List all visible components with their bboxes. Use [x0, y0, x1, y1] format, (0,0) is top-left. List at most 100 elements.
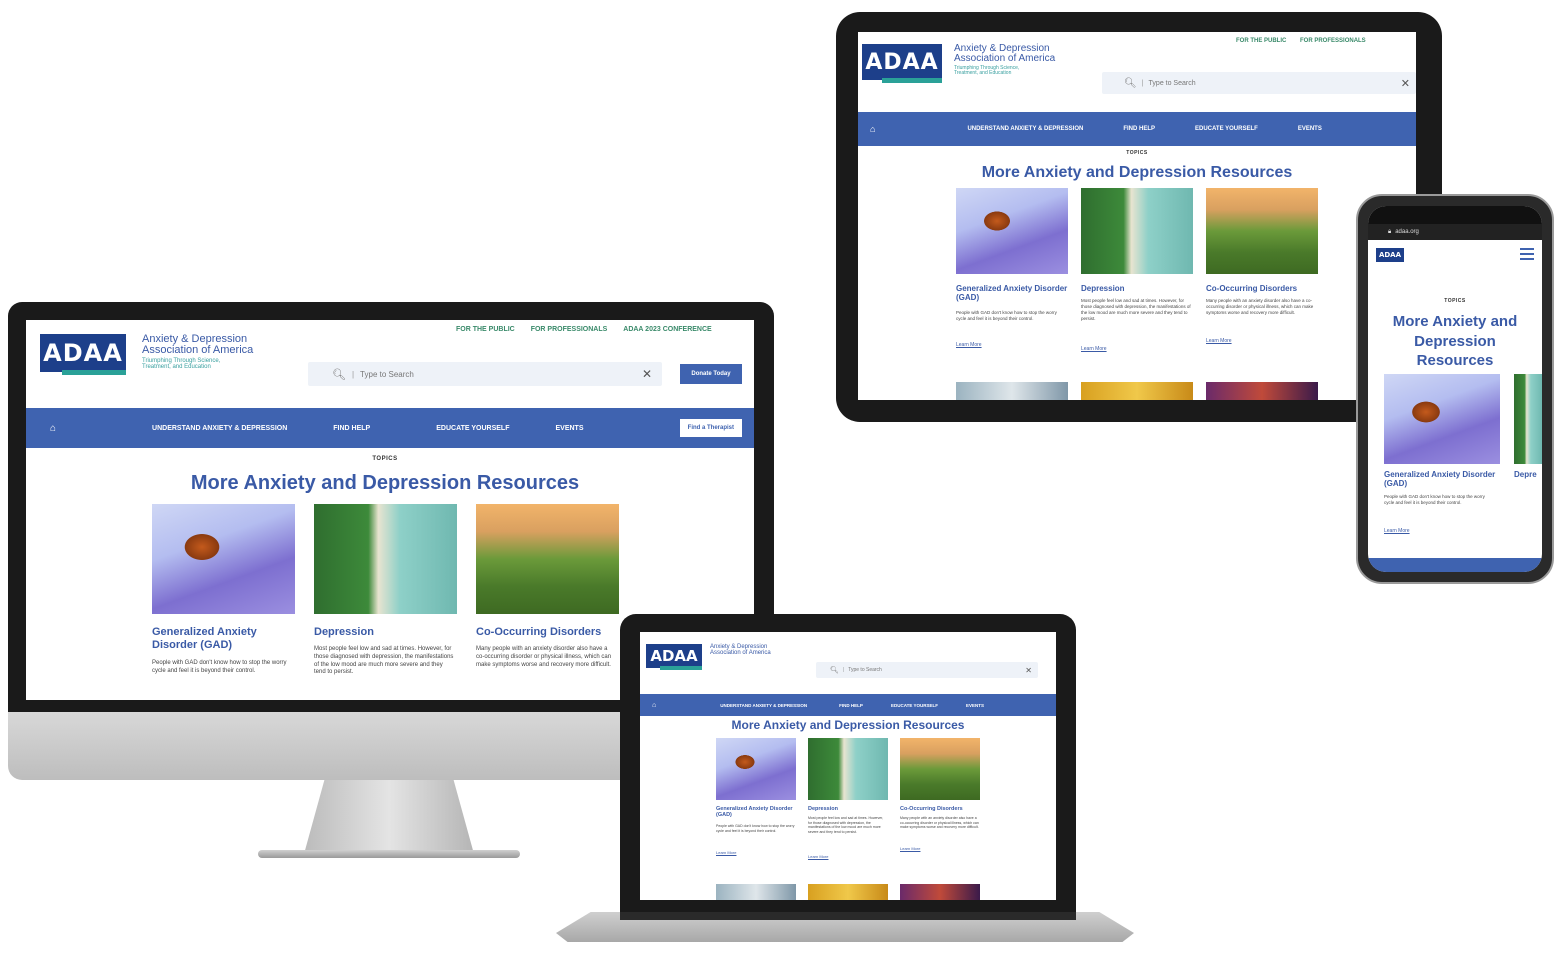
adaa-logo[interactable]: ADAA: [862, 44, 942, 80]
resources-heading: More Anxiety and Depression Resources: [981, 164, 1293, 181]
logo-stripe: [882, 78, 942, 83]
card-title-gad[interactable]: Generalized Anxiety Disorder (GAD): [716, 806, 796, 819]
card-title-depression[interactable]: Depression: [314, 626, 457, 639]
card-text-depression: Most people feel low and sad at times. H…: [808, 816, 884, 834]
card-text-co-occurring: Many people with an anxiety disorder als…: [900, 816, 979, 830]
tagline: Triumphing Through Science, Treatment, a…: [954, 65, 1019, 77]
home-icon[interactable]: ⌂: [652, 702, 656, 709]
search-bar[interactable]: 🔍︎ | Type to Search ✕: [1102, 72, 1416, 94]
search-input[interactable]: Type to Search: [360, 370, 414, 379]
phone-screen: 🔒︎ adaa.org ADAA TOPICS More Anxiety and…: [1368, 206, 1542, 572]
search-bar[interactable]: 🔍︎ | Type to Search ✕: [816, 662, 1038, 678]
laptop-screen: ADAA Anxiety & Depression Association of…: [640, 632, 1056, 900]
logo-stripe: [660, 666, 702, 670]
learn-more-depression[interactable]: Learn More: [1081, 346, 1107, 352]
card-title-depression-partial[interactable]: Depre: [1514, 470, 1542, 479]
learn-more-gad[interactable]: Learn More: [1384, 528, 1410, 534]
gad-image[interactable]: [1384, 374, 1500, 464]
phone: 🔒︎ adaa.org ADAA TOPICS More Anxiety and…: [1356, 194, 1554, 584]
card-text-gad: People with GAD don't know how to stop t…: [152, 660, 287, 674]
co-occurring-image[interactable]: [900, 738, 980, 800]
nav-events[interactable]: EVENTS: [1298, 126, 1322, 132]
topics-label: TOPICS: [1444, 298, 1466, 304]
card-title-gad[interactable]: Generalized Anxiety Disorder (GAD): [1384, 470, 1500, 488]
nav-events[interactable]: EVENTS: [555, 425, 583, 432]
topics-label: TOPICS: [1126, 150, 1148, 156]
nav-events[interactable]: EVENTS: [966, 703, 984, 708]
card-text-gad: People with GAD don't know how to stop t…: [1384, 494, 1485, 505]
learn-more-co-occurring[interactable]: Learn More: [1206, 338, 1232, 344]
resources-heading: More Anxiety and Depression Resources: [731, 718, 965, 732]
lock-icon: 🔒︎: [1388, 228, 1392, 235]
resource-image-5[interactable]: [808, 884, 888, 900]
org-name: Anxiety & Depression Association of Amer…: [142, 334, 253, 356]
link-conference[interactable]: ADAA 2023 CONFERENCE: [623, 326, 711, 333]
resource-image-5[interactable]: [1081, 382, 1193, 400]
nav-find-help[interactable]: FIND HELP: [839, 703, 863, 708]
resources-heading: More Anxiety and Depression Resources: [1368, 312, 1542, 371]
adaa-logo[interactable]: ADAA: [40, 334, 126, 372]
nav-educate[interactable]: EDUCATE YOURSELF: [436, 425, 509, 432]
co-occurring-image[interactable]: [476, 504, 619, 614]
card-title-depression[interactable]: Depression: [1081, 284, 1193, 293]
resource-image-6[interactable]: [1206, 382, 1318, 400]
learn-more-co-occurring[interactable]: Learn More: [900, 846, 920, 851]
home-icon[interactable]: ⌂: [50, 423, 56, 434]
search-bar[interactable]: 🔍︎ | Type to Search ✕: [308, 362, 662, 386]
depression-image[interactable]: [314, 504, 457, 614]
resource-image-6[interactable]: [900, 884, 980, 900]
link-for-professionals[interactable]: FOR PROFESSIONALS: [1300, 38, 1366, 44]
laptop: ADAA Anxiety & Depression Association of…: [620, 614, 1076, 916]
search-input[interactable]: Type to Search: [848, 667, 882, 673]
depression-image[interactable]: [1514, 374, 1542, 464]
donate-button[interactable]: Donate Today: [680, 364, 742, 384]
learn-more-gad[interactable]: Learn More: [956, 342, 982, 348]
main-nav: ⌂ UNDERSTAND ANXIETY & DEPRESSION FIND H…: [640, 694, 1056, 716]
nav-find-help[interactable]: FIND HELP: [1123, 126, 1155, 132]
nav-understand[interactable]: UNDERSTAND ANXIETY & DEPRESSION: [720, 703, 807, 708]
adaa-logo[interactable]: ADAA: [1376, 248, 1404, 262]
find-therapist-button[interactable]: Find a Therapist: [679, 419, 742, 437]
tablet: ADAA Anxiety & Depression Association of…: [836, 12, 1442, 422]
nav-educate[interactable]: EDUCATE YOURSELF: [1195, 126, 1258, 132]
link-for-the-public[interactable]: FOR THE PUBLIC: [1236, 38, 1286, 44]
search-input[interactable]: Type to Search: [1149, 80, 1196, 87]
depression-image[interactable]: [808, 738, 888, 800]
learn-more-depression[interactable]: Learn More: [808, 854, 828, 859]
card-text-co-occurring: Many people with an anxiety disorder als…: [1206, 298, 1314, 315]
logo-stripe: [62, 370, 126, 375]
url-text[interactable]: adaa.org: [1395, 229, 1419, 235]
menu-icon[interactable]: [1520, 248, 1534, 260]
close-icon[interactable]: ✕: [1025, 666, 1032, 675]
nav-educate[interactable]: EDUCATE YOURSELF: [891, 703, 938, 708]
card-title-co-occurring[interactable]: Co-Occurring Disorders: [476, 626, 636, 639]
adaa-logo[interactable]: ADAA: [646, 644, 702, 668]
learn-more-gad[interactable]: Learn More: [716, 850, 736, 855]
card-text-gad: People with GAD don't know how to stop t…: [956, 310, 1057, 321]
nav-understand[interactable]: UNDERSTAND ANXIETY & DEPRESSION: [967, 126, 1083, 132]
gad-image[interactable]: [716, 738, 796, 800]
phone-footer-band: [1368, 558, 1542, 572]
card-title-gad[interactable]: Generalized Anxiety Disorder (GAD): [152, 626, 295, 651]
co-occurring-image[interactable]: [1206, 188, 1318, 274]
card-title-gad[interactable]: Generalized Anxiety Disorder (GAD): [956, 284, 1068, 302]
card-text-depression: Most people feel low and sad at times. H…: [1081, 298, 1191, 321]
resource-image-4[interactable]: [956, 382, 1068, 400]
card-title-depression[interactable]: Depression: [808, 806, 888, 812]
search-icon: 🔍︎: [830, 667, 839, 674]
resource-image-4[interactable]: [716, 884, 796, 900]
gad-image[interactable]: [956, 188, 1068, 274]
close-icon[interactable]: ✕: [1401, 77, 1410, 90]
gad-image[interactable]: [152, 504, 295, 614]
depression-image[interactable]: [1081, 188, 1193, 274]
nav-understand[interactable]: UNDERSTAND ANXIETY & DEPRESSION: [152, 425, 287, 432]
card-title-co-occurring[interactable]: Co-Occurring Disorders: [900, 806, 990, 812]
heading-line-1: More Anxiety and: [1392, 313, 1518, 330]
phone-url-bar: 🔒︎ adaa.org: [1368, 224, 1542, 240]
link-for-professionals[interactable]: FOR PROFESSIONALS: [531, 326, 608, 333]
link-for-the-public[interactable]: FOR THE PUBLIC: [456, 326, 515, 333]
nav-find-help[interactable]: FIND HELP: [333, 425, 370, 432]
close-icon[interactable]: ✕: [642, 367, 652, 381]
card-title-co-occurring[interactable]: Co-Occurring Disorders: [1206, 284, 1318, 293]
home-icon[interactable]: ⌂: [870, 124, 875, 134]
